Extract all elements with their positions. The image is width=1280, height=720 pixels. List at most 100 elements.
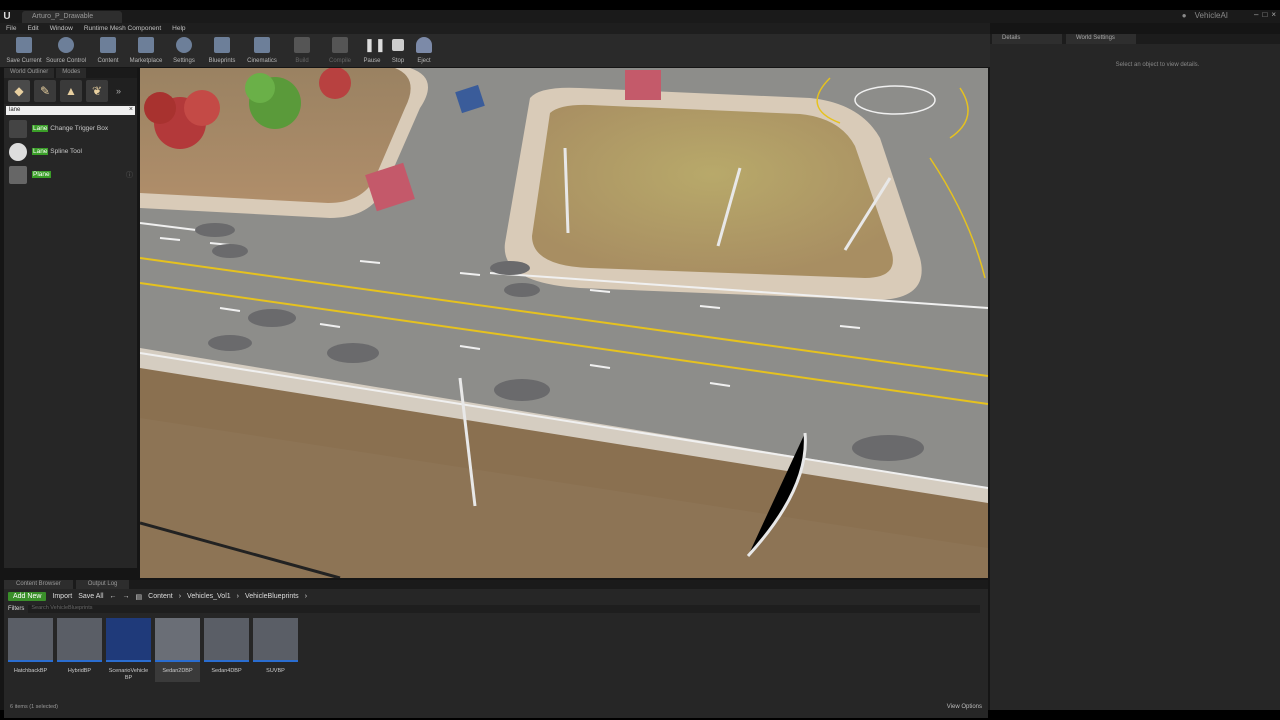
asset-grid: HatchbackBP HybridBP ScenarioVehicle BP … bbox=[4, 614, 988, 682]
breadcrumb-separator: › bbox=[236, 593, 239, 600]
save-all-button[interactable]: Save All bbox=[78, 593, 103, 600]
save-icon bbox=[16, 37, 32, 53]
search-input[interactable]: lane × bbox=[6, 106, 135, 115]
mode-icons: ◆ ✎ ▲ ❦ » bbox=[4, 78, 137, 104]
list-item[interactable]: Lane Spline Tool bbox=[4, 140, 137, 163]
project-name: VehicleAI bbox=[1194, 11, 1228, 20]
tab-output-log[interactable]: Output Log bbox=[75, 580, 130, 589]
level-tab[interactable]: Arturo_P_Drawable bbox=[22, 11, 122, 23]
close-icon[interactable]: × bbox=[1271, 10, 1276, 19]
asset-tile[interactable]: HybridBP bbox=[57, 618, 102, 682]
title-right: ● VehicleAI bbox=[1182, 11, 1228, 20]
menu-runtime-mesh[interactable]: Runtime Mesh Component bbox=[84, 25, 161, 32]
plane-thumbnail bbox=[9, 165, 27, 184]
details-tabs: Details World Settings bbox=[990, 34, 1280, 44]
asset-tile[interactable]: HatchbackBP bbox=[8, 618, 53, 682]
clear-search-icon[interactable]: × bbox=[129, 106, 133, 113]
save-current-button[interactable]: Save Current bbox=[5, 34, 43, 67]
eject-button[interactable]: Eject bbox=[411, 34, 437, 67]
window-controls: – □ × bbox=[1254, 10, 1276, 19]
asset-name: SUVBP bbox=[266, 668, 285, 674]
expand-modes-icon[interactable]: » bbox=[116, 86, 121, 96]
breadcrumb-separator: › bbox=[304, 593, 308, 600]
forward-icon[interactable]: → bbox=[123, 593, 130, 600]
pause-button[interactable]: ❚❚ Pause bbox=[359, 34, 385, 67]
folder-icon[interactable]: ▤ bbox=[136, 593, 143, 601]
build-icon bbox=[294, 37, 310, 53]
marketplace-icon bbox=[138, 37, 154, 53]
back-icon[interactable]: ← bbox=[110, 593, 117, 600]
details-panel: Details World Settings Select an object … bbox=[990, 34, 1280, 710]
settings-icon bbox=[176, 37, 192, 53]
marketplace-button[interactable]: Marketplace bbox=[127, 34, 165, 67]
stop-icon bbox=[392, 39, 404, 51]
menu-window[interactable]: Window bbox=[50, 25, 73, 32]
trigger-box-thumbnail bbox=[9, 119, 27, 138]
view-options-button[interactable]: View Options bbox=[947, 704, 982, 710]
filters-button[interactable]: Filters bbox=[8, 606, 24, 612]
tab-world-outliner[interactable]: World Outliner bbox=[4, 68, 55, 78]
level-viewport[interactable] bbox=[140, 68, 988, 578]
asset-search-input[interactable]: Search VehicleBlueprints bbox=[28, 605, 980, 613]
minimize-icon[interactable]: – bbox=[1254, 10, 1258, 19]
tab-content-browser[interactable]: Content Browser bbox=[4, 580, 73, 589]
asset-tile[interactable]: ScenarioVehicle BP bbox=[106, 618, 151, 682]
paint-mode-icon[interactable]: ✎ bbox=[34, 80, 56, 102]
main-toolbar: Save Current Source Control Content Mark… bbox=[0, 34, 990, 67]
shipping-container-red bbox=[625, 70, 661, 100]
maximize-icon[interactable]: □ bbox=[1262, 10, 1267, 19]
menu-bar: File Edit Window Runtime Mesh Component … bbox=[0, 23, 990, 34]
car-thumbnail bbox=[253, 618, 298, 662]
tab-details[interactable]: Details bbox=[992, 34, 1062, 44]
foliage-mode-icon[interactable]: ❦ bbox=[86, 80, 108, 102]
list-item[interactable]: Plane ⓘ bbox=[4, 163, 137, 186]
menu-file[interactable]: File bbox=[6, 25, 16, 32]
build-button[interactable]: Build bbox=[283, 34, 321, 67]
details-empty-message: Select an object to view details. bbox=[1115, 62, 1200, 68]
asset-tile-selected[interactable]: Sedan2DBP bbox=[155, 618, 200, 682]
content-button[interactable]: Content bbox=[89, 34, 127, 67]
scene-render bbox=[140, 68, 988, 578]
list-item[interactable]: Lane Change Trigger Box bbox=[4, 117, 137, 140]
car-thumbnail bbox=[8, 618, 53, 662]
compile-button[interactable]: Compile bbox=[321, 34, 359, 67]
place-mode-icon[interactable]: ◆ bbox=[8, 80, 30, 102]
asset-tile[interactable]: SUVBP bbox=[253, 618, 298, 682]
search-input-value: lane bbox=[9, 107, 21, 113]
asset-name: HybridBP bbox=[67, 668, 92, 674]
title-bar: U Arturo_P_Drawable ● VehicleAI – □ × bbox=[0, 10, 1280, 23]
car-thumbnail bbox=[57, 618, 102, 662]
asset-name: Sedan4DBP bbox=[211, 668, 242, 674]
settings-button[interactable]: Settings bbox=[165, 34, 203, 67]
match-highlight: Lane bbox=[32, 148, 49, 155]
breadcrumb-vehicles[interactable]: Vehicles_Vol1 bbox=[187, 593, 231, 600]
source-control-icon bbox=[58, 37, 74, 53]
asset-tile[interactable]: Sedan4DBP bbox=[204, 618, 249, 682]
menu-help[interactable]: Help bbox=[172, 25, 185, 32]
item-count: 6 items (1 selected) bbox=[10, 704, 58, 710]
asset-name: Sedan2DBP bbox=[162, 668, 193, 674]
bottom-tabs: Content Browser Output Log bbox=[4, 580, 988, 589]
ue-editor-window: U Arturo_P_Drawable ● VehicleAI – □ × Fi… bbox=[0, 10, 1280, 718]
unreal-logo-icon: U bbox=[3, 11, 11, 22]
cinematics-button[interactable]: Cinematics bbox=[241, 34, 283, 67]
stop-button[interactable]: Stop bbox=[385, 34, 411, 67]
spline-tool-thumbnail bbox=[9, 142, 27, 161]
landscape-mode-icon[interactable]: ▲ bbox=[60, 80, 82, 102]
match-highlight: Plane bbox=[32, 171, 51, 178]
tab-modes[interactable]: Modes bbox=[56, 68, 87, 78]
add-new-button[interactable]: Add New bbox=[8, 592, 47, 601]
menu-edit[interactable]: Edit bbox=[27, 25, 38, 32]
source-control-status-icon: ● bbox=[1181, 11, 1187, 20]
compile-icon bbox=[332, 37, 348, 53]
blueprints-button[interactable]: Blueprints bbox=[203, 34, 241, 67]
content-icon bbox=[100, 37, 116, 53]
tab-world-settings[interactable]: World Settings bbox=[1066, 34, 1136, 44]
breadcrumb-blueprints[interactable]: VehicleBlueprints bbox=[245, 593, 299, 600]
info-icon[interactable]: ⓘ bbox=[126, 170, 133, 180]
breadcrumb-content[interactable]: Content bbox=[148, 593, 173, 600]
import-button[interactable]: Import bbox=[52, 593, 72, 600]
source-control-button[interactable]: Source Control bbox=[43, 34, 89, 67]
car-thumbnail bbox=[155, 618, 200, 662]
filter-bar: Filters Search VehicleBlueprints bbox=[4, 604, 988, 614]
